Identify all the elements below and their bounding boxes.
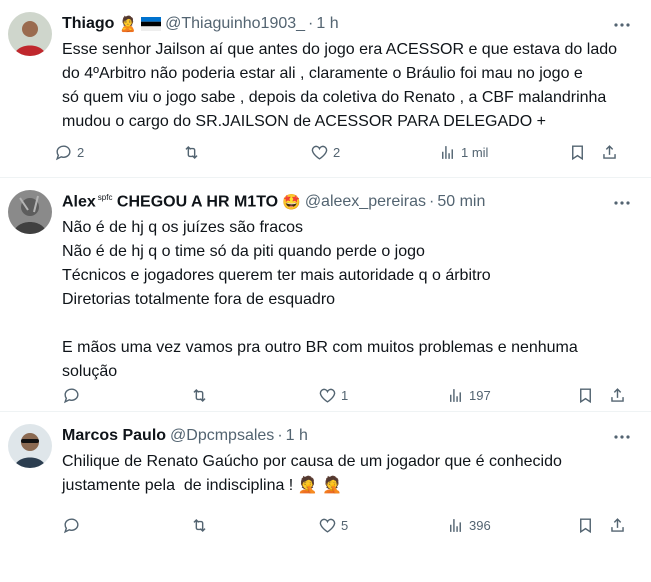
timeline: Thiago 🙎 @Thiaguinho1903_ · 1 h Esse sen… [0, 0, 651, 550]
views-button[interactable]: 1 mil [438, 143, 488, 162]
reply-button[interactable]: 2 [54, 143, 84, 162]
retweet-button[interactable] [190, 516, 213, 535]
tweet-header: Thiago 🙎 @Thiaguinho1903_ · 1 h [62, 12, 635, 36]
tweet[interactable]: Alex spfc CHEGOU A HR M1TO 🤩 @aleex_perei… [0, 178, 651, 412]
estonia-flag-icon [141, 17, 162, 31]
separator-dot: · [277, 427, 283, 444]
reply-icon [55, 144, 71, 160]
star-struck-emoji-icon: 🤩 [282, 193, 301, 211]
like-button[interactable]: 2 [310, 143, 340, 162]
retweet-button[interactable] [182, 143, 205, 162]
views-icon [450, 388, 461, 402]
like-count: 1 [341, 387, 349, 403]
like-icon [319, 388, 336, 403]
more-icon[interactable] [611, 192, 633, 214]
reply-button[interactable] [62, 516, 85, 535]
user-handle[interactable]: @Thiaguinho1903_ [165, 15, 305, 33]
retweet-icon [193, 388, 206, 402]
display-name[interactable]: Alex spfc CHEGOU A HR M1TO [62, 193, 278, 211]
like-icon [311, 145, 328, 160]
share-icon [603, 144, 616, 159]
share-button[interactable] [608, 386, 627, 405]
share-icon [611, 387, 624, 402]
bookmark-icon [580, 387, 591, 403]
timestamp[interactable]: 50 min [437, 193, 485, 211]
like-button[interactable]: 5 [318, 516, 348, 535]
display-name-suffix: CHEGOU A HR M1TO [116, 193, 279, 211]
separator-dot: · [308, 15, 314, 32]
action-bar: 2 2 1 mil [54, 140, 639, 164]
name-superscript: spfc [97, 192, 113, 202]
tweet-header: Marcos Paulo @Dpcmpsales · 1 h [62, 424, 635, 448]
share-icon [611, 517, 624, 532]
display-name[interactable]: Thiago [62, 15, 114, 33]
view-count: 396 [469, 517, 491, 533]
tweet[interactable]: Thiago 🙎 @Thiaguinho1903_ · 1 h Esse sen… [0, 0, 651, 178]
retweet-button[interactable] [190, 386, 213, 405]
views-icon [450, 518, 461, 532]
tweet-header: Alex spfc CHEGOU A HR M1TO 🤩 @aleex_perei… [62, 190, 635, 214]
avatar[interactable] [8, 12, 52, 56]
more-icon[interactable] [611, 426, 633, 448]
more-icon[interactable] [611, 14, 633, 36]
avatar[interactable] [8, 424, 52, 468]
bookmark-button[interactable] [568, 143, 587, 162]
reply-button[interactable] [62, 386, 85, 405]
share-button[interactable] [600, 143, 619, 162]
display-name[interactable]: Marcos Paulo [62, 427, 166, 445]
views-button[interactable]: 197 [446, 386, 491, 405]
action-bar [54, 558, 639, 582]
separator-dot: · [429, 193, 435, 210]
reply-count: 2 [77, 144, 85, 160]
view-count: 1 mil [461, 144, 489, 160]
bookmark-button[interactable] [576, 516, 595, 535]
like-button[interactable]: 1 [318, 386, 348, 405]
retweet-icon [185, 145, 198, 159]
share-button[interactable] [608, 516, 627, 535]
views-button[interactable]: 396 [446, 516, 491, 535]
timestamp[interactable]: 1 h [316, 15, 338, 33]
views-icon [442, 145, 453, 159]
tweet-text: Esse senhor Jailson aí que antes do jogo… [62, 41, 618, 130]
reply-icon [63, 387, 79, 403]
person-emoji-icon: 🙎 [118, 15, 138, 33]
timestamp[interactable]: 1 h [286, 427, 308, 445]
view-count: 197 [469, 387, 491, 403]
avatar[interactable] [8, 190, 52, 234]
retweet-icon [193, 518, 206, 532]
reply-icon [63, 517, 79, 533]
bookmark-button[interactable] [576, 386, 595, 405]
facepalm-emoji-icon: 🤦 🤦 [297, 477, 342, 494]
tweet-text: Chilique de Renato Gaúcho por causa de u… [62, 450, 635, 498]
bookmark-icon [572, 144, 583, 160]
like-icon [319, 518, 336, 533]
user-handle[interactable]: @Dpcmpsales [170, 427, 274, 445]
like-count: 2 [333, 144, 341, 160]
tweet-text: Não é de hj q os juízes são fracos Não é… [62, 219, 578, 380]
display-name-text: Alex [62, 193, 96, 211]
bookmark-icon [580, 517, 591, 533]
user-handle[interactable]: @aleex_pereiras [305, 193, 426, 211]
action-bar: 5 396 [62, 513, 639, 537]
action-bar: 1 197 [62, 383, 639, 407]
like-count: 5 [341, 517, 349, 533]
